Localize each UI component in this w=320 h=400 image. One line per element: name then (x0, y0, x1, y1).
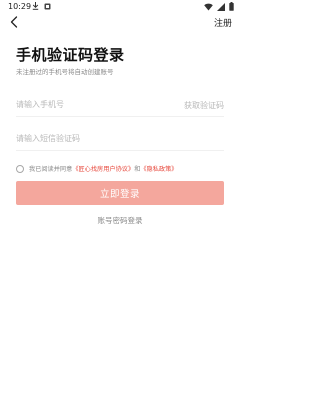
status-left-icons (32, 2, 51, 10)
login-button[interactable]: 立即登录 (16, 181, 224, 205)
chevron-left-icon (10, 16, 18, 28)
status-bar: 10:29 (0, 0, 240, 14)
signal-icon (217, 2, 225, 11)
app-notification-icon (44, 3, 51, 9)
back-button[interactable] (6, 14, 22, 30)
sms-code-field (16, 126, 224, 151)
page-subtitle: 未注册过的手机号将自动创建账号 (16, 68, 114, 76)
password-login-link[interactable]: 账号密码登录 (0, 215, 240, 226)
agreement-prefix: 我已阅读并同意 (29, 166, 73, 173)
phone-input[interactable] (16, 100, 166, 109)
wifi-icon (204, 3, 213, 10)
privacy-policy-link[interactable]: 《隐私政策》 (140, 164, 177, 173)
status-right-icons (204, 2, 234, 11)
get-code-button[interactable]: 获取验证码 (184, 100, 224, 111)
agreement-row: 我已阅读并同意 《匠心找房用户协议》 和 《隐私政策》 (16, 164, 178, 173)
user-agreement-link[interactable]: 《匠心找房用户协议》 (72, 164, 134, 173)
phone-field: 获取验证码 (16, 92, 224, 117)
download-icon (32, 2, 39, 10)
agreement-checkbox[interactable] (16, 164, 24, 173)
sms-code-input[interactable] (16, 134, 166, 143)
battery-icon (229, 2, 234, 11)
page-title: 手机验证码登录 (16, 46, 125, 64)
status-time: 10:29 (8, 2, 32, 11)
register-link[interactable]: 注册 (214, 16, 232, 29)
